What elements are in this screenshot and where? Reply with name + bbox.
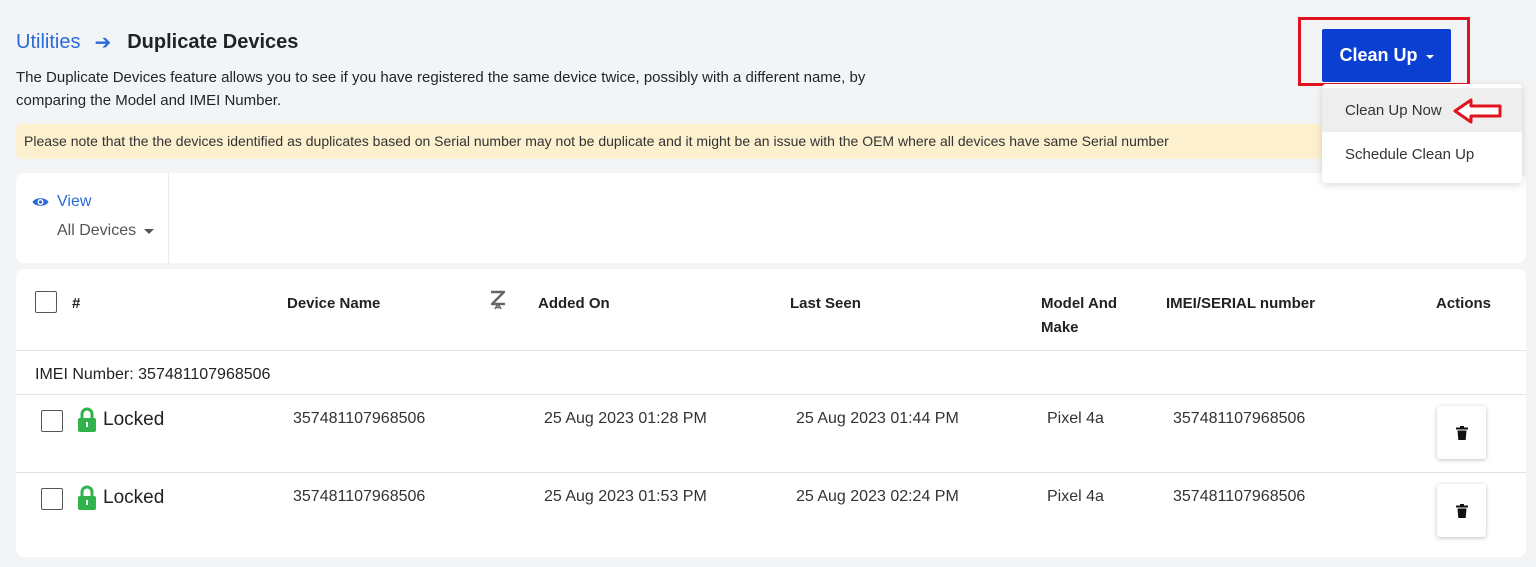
delete-button[interactable] — [1437, 484, 1486, 537]
serial-number-note: Please note that the the devices identif… — [16, 124, 1356, 159]
row-checkbox[interactable] — [41, 488, 63, 510]
device-status: Locked — [77, 485, 164, 511]
imei-cell: 357481107968506 — [1173, 488, 1306, 505]
imei-group-label: IMEI Number: — [35, 366, 134, 383]
breadcrumb: Utilities ➔ Duplicate Devices — [16, 30, 298, 55]
last-seen-cell: 25 Aug 2023 01:44 PM — [796, 410, 959, 427]
menu-item-schedule-clean-up[interactable]: Schedule Clean Up — [1322, 132, 1522, 176]
view-filter-card: View All Devices — [16, 173, 1526, 263]
device-name-cell[interactable]: 357481107968506 — [293, 488, 425, 506]
table-row: Locked 357481107968506 25 Aug 2023 01:53… — [16, 473, 1526, 551]
table-row: Locked 357481107968506 25 Aug 2023 01:28… — [16, 395, 1526, 473]
column-header-imei[interactable]: IMEI/SERIAL number — [1166, 292, 1315, 316]
imei-group-row: IMEI Number: 357481107968506 — [16, 351, 1526, 395]
column-header-last-seen[interactable]: Last Seen — [790, 292, 861, 316]
page: Utilities ➔ Duplicate Devices The Duplic… — [16, 0, 1526, 567]
view-filter: View All Devices — [16, 173, 169, 263]
caret-down-icon — [144, 228, 155, 234]
red-pointer-arrow-icon — [1453, 98, 1502, 124]
imei-group-value: 357481107968506 — [138, 366, 271, 383]
model-cell: Pixel 4a — [1047, 488, 1104, 505]
caret-down-icon — [1425, 54, 1434, 59]
column-header-actions: Actions — [1436, 295, 1492, 312]
view-label-text: View — [57, 193, 92, 210]
cleanup-button-label: Clean Up — [1339, 45, 1418, 65]
delete-button[interactable] — [1437, 406, 1486, 459]
view-selected-value: All Devices — [57, 222, 137, 239]
cleanup-button[interactable]: Clean Up — [1322, 29, 1451, 82]
eye-icon — [32, 198, 49, 206]
sort-za-icon[interactable] — [488, 290, 508, 310]
trash-icon — [1455, 503, 1468, 518]
breadcrumb-utilities-link[interactable]: Utilities — [16, 31, 80, 54]
model-cell: Pixel 4a — [1047, 410, 1104, 427]
device-name-cell[interactable]: 357481107968506 — [293, 410, 425, 428]
view-label: View — [32, 193, 91, 211]
added-on-cell: 25 Aug 2023 01:53 PM — [544, 488, 707, 505]
device-status: Locked — [77, 407, 164, 433]
trash-icon — [1455, 425, 1468, 440]
device-status-label: Locked — [103, 487, 165, 508]
page-description: The Duplicate Devices feature allows you… — [16, 69, 866, 109]
column-header-index: # — [72, 295, 81, 312]
view-select-dropdown[interactable]: All Devices — [57, 222, 155, 240]
select-all-checkbox[interactable] — [35, 291, 57, 313]
last-seen-cell: 25 Aug 2023 02:24 PM — [796, 488, 959, 505]
column-header-device-name[interactable]: Device Name — [287, 292, 380, 316]
table-header: # Device Name Added On Last Seen Model A… — [16, 269, 1526, 351]
column-header-model-make[interactable]: Model And Make — [1041, 292, 1141, 340]
lock-icon — [78, 407, 96, 432]
lock-icon — [78, 485, 96, 510]
device-status-label: Locked — [103, 409, 165, 430]
page-title: Duplicate Devices — [127, 31, 299, 53]
arrow-right-icon: ➔ — [94, 32, 112, 54]
duplicate-devices-table: # Device Name Added On Last Seen Model A… — [16, 269, 1526, 557]
imei-cell: 357481107968506 — [1173, 410, 1306, 427]
added-on-cell: 25 Aug 2023 01:28 PM — [544, 410, 707, 427]
row-checkbox[interactable] — [41, 410, 63, 432]
column-header-added-on[interactable]: Added On — [538, 292, 610, 316]
